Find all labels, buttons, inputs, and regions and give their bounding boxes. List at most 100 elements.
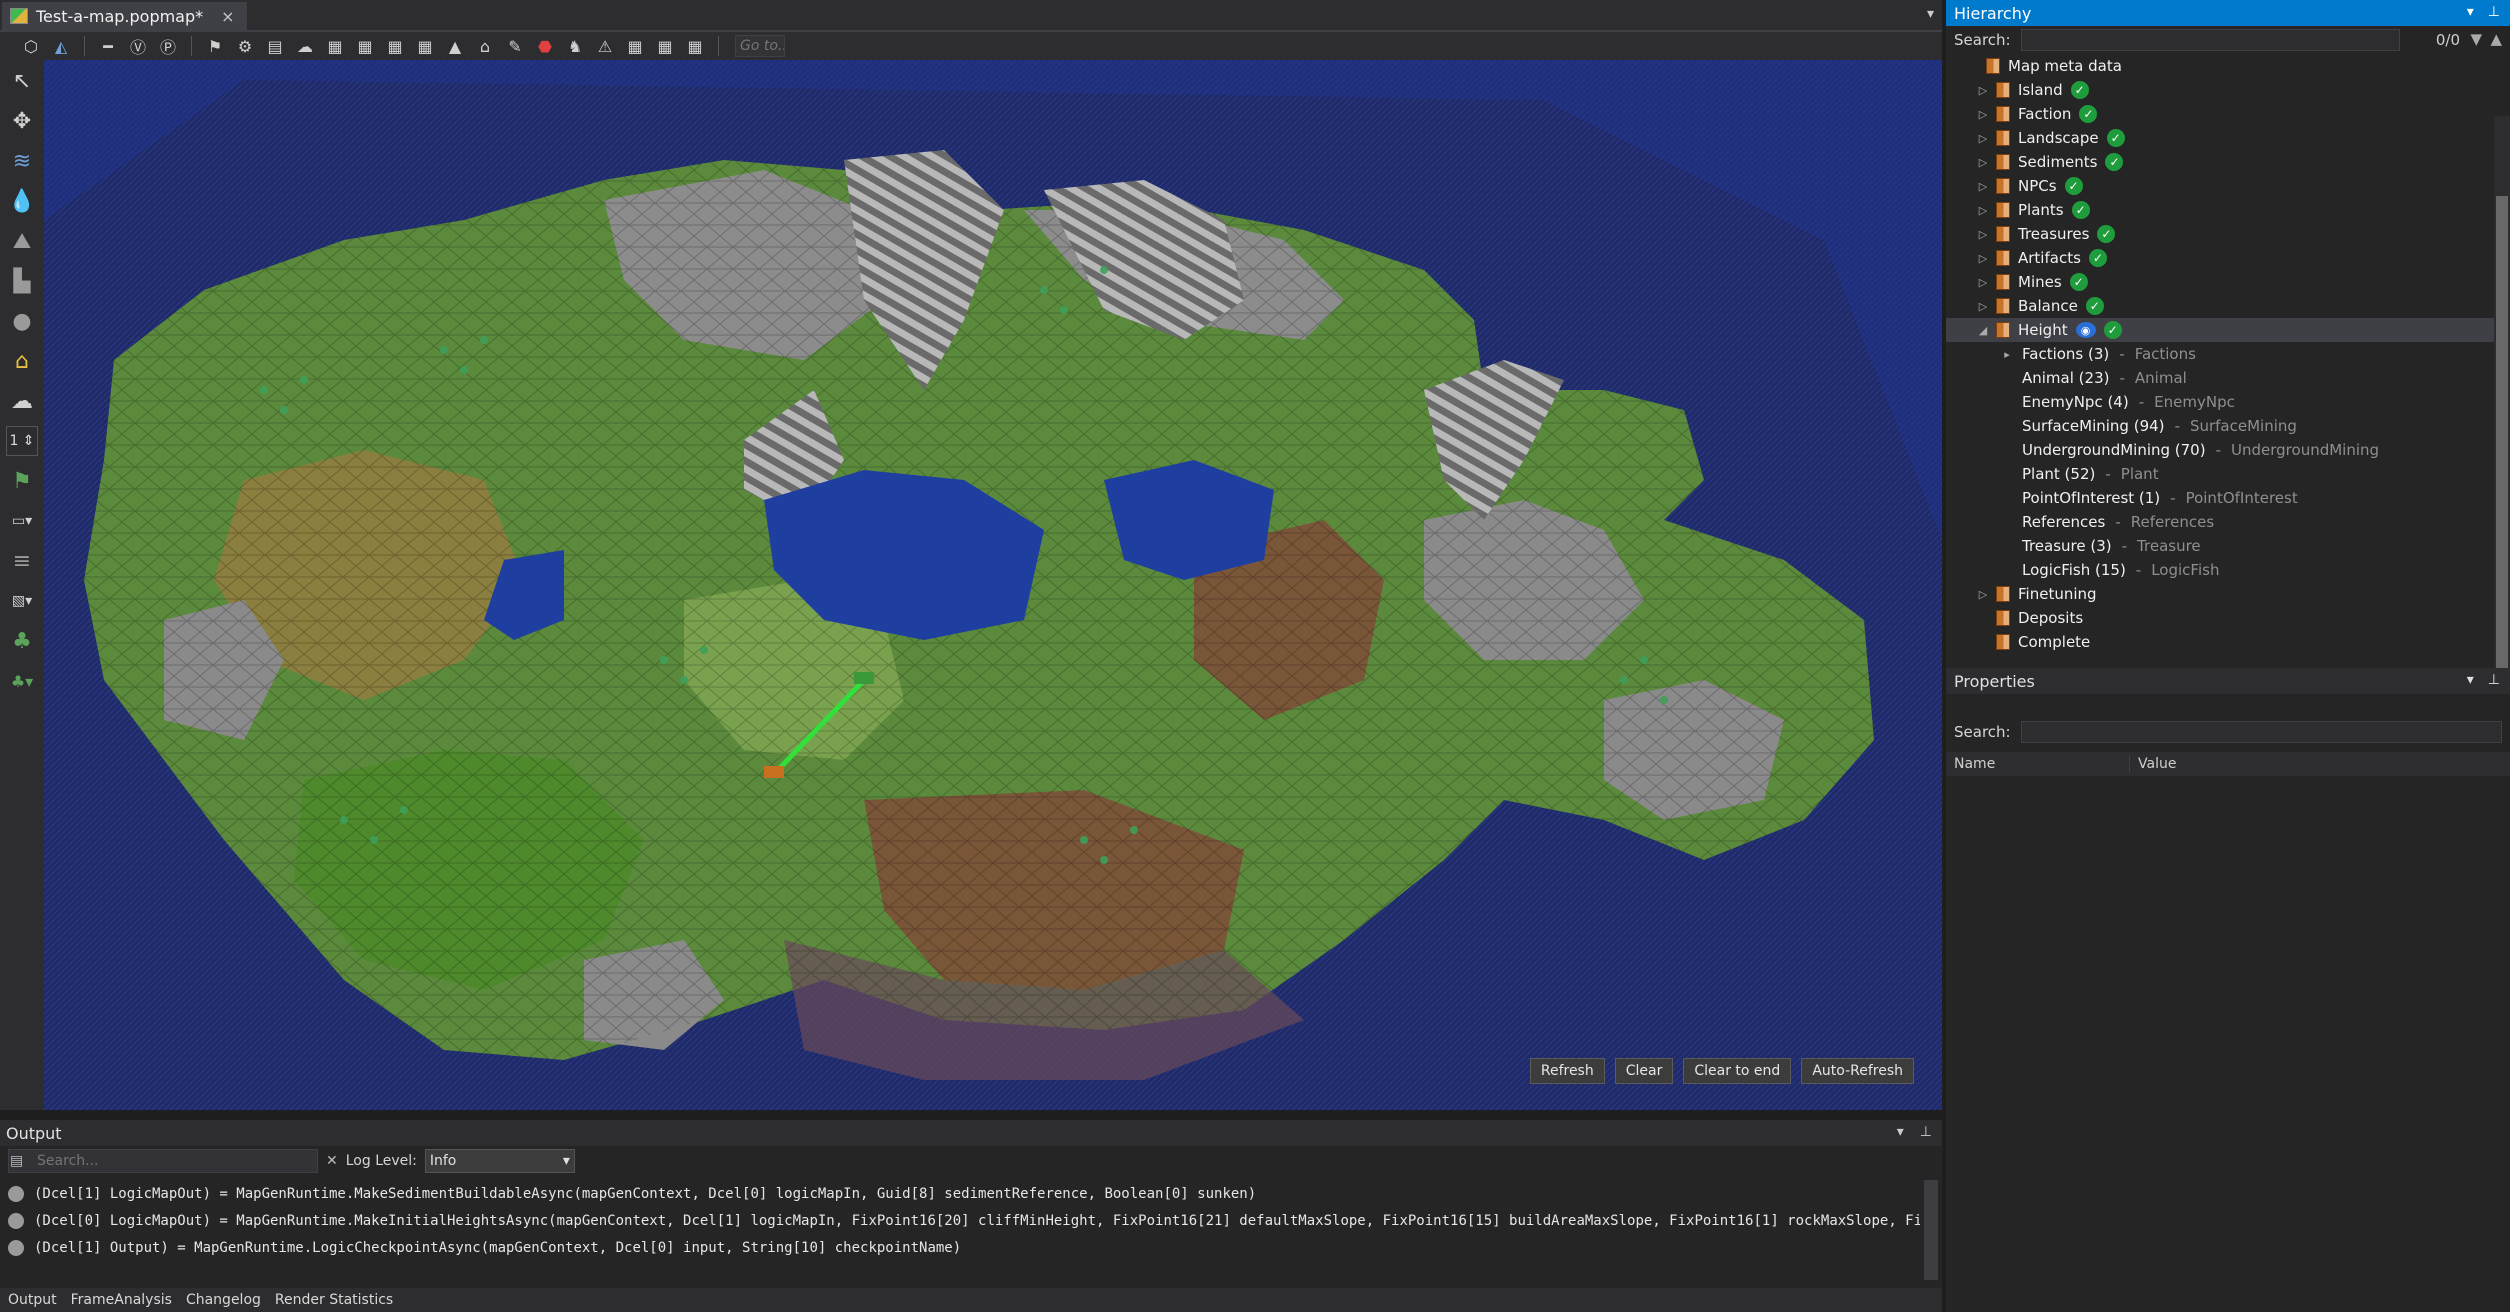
output-scrollbar[interactable]: [1924, 1180, 1938, 1280]
goto-input[interactable]: [735, 35, 785, 57]
warning-icon[interactable]: ⚠: [592, 34, 618, 58]
tree-item-balance[interactable]: ▷ Balance ✓: [1946, 294, 2510, 318]
tree-item-plants[interactable]: ▷ Plants ✓: [1946, 198, 2510, 222]
chevron-right-icon[interactable]: ▷: [1976, 108, 1990, 121]
grid-icon[interactable]: ▦: [652, 34, 678, 58]
tree-child-item[interactable]: EnemyNpc (4) - EnemyNpc: [1946, 390, 2510, 414]
refresh-button[interactable]: Refresh: [1529, 1058, 1605, 1084]
tree-child-item[interactable]: UndergroundMining (70) - UndergroundMining: [1946, 438, 2510, 462]
chevron-right-icon[interactable]: ▷: [1976, 252, 1990, 265]
cube-icon[interactable]: ⬡: [18, 34, 44, 58]
mountain-icon[interactable]: ⛰: [5, 226, 39, 256]
tree-item-mines[interactable]: ▷ Mines ✓: [1946, 270, 2510, 294]
building-icon[interactable]: ⌂: [472, 34, 498, 58]
chevron-right-icon[interactable]: ▷: [1976, 132, 1990, 145]
grid-icon[interactable]: ▦: [622, 34, 648, 58]
pin-icon[interactable]: ⊥: [2488, 672, 2500, 688]
grid-icon[interactable]: ▦: [682, 34, 708, 58]
tree-child-item[interactable]: Animal (23) - Animal: [1946, 366, 2510, 390]
log-level-select[interactable]: Info ▾: [424, 1149, 575, 1173]
flag-icon[interactable]: ⚑: [5, 466, 39, 496]
properties-search-input[interactable]: [2020, 721, 2502, 743]
chevron-right-icon[interactable]: ▷: [1976, 228, 1990, 241]
stop-icon[interactable]: ⬣: [532, 34, 558, 58]
tab-render-statistics[interactable]: Render Statistics: [275, 1292, 393, 1308]
tab-dropdown-icon[interactable]: ▾: [1927, 6, 1934, 22]
plant-dropdown-icon[interactable]: ♣▾: [5, 666, 39, 696]
tree-scrollbar[interactable]: [2494, 116, 2510, 736]
pin-icon[interactable]: ⊥: [1920, 1124, 1932, 1140]
close-icon[interactable]: ×: [221, 7, 234, 26]
log-line[interactable]: (Dcel[1] LogicMapOut) = MapGenRuntime.Ma…: [0, 1180, 1920, 1207]
arrow-up-icon[interactable]: ▲: [2490, 30, 2502, 48]
clear-filter-icon[interactable]: ✕: [326, 1153, 338, 1169]
tab-frame-analysis[interactable]: FrameAnalysis: [71, 1292, 172, 1308]
select-arrow-icon[interactable]: ↖: [5, 66, 39, 96]
chevron-right-icon[interactable]: ▷: [1976, 156, 1990, 169]
tree-item-artifacts[interactable]: ▷ Artifacts ✓: [1946, 246, 2510, 270]
line-icon[interactable]: ━: [95, 34, 121, 58]
tree-child-item[interactable]: ▸ Factions (3) - Factions: [1946, 342, 2510, 366]
clear-button[interactable]: Clear: [1614, 1058, 1674, 1084]
texture-dropdown-icon[interactable]: ▧▾: [5, 586, 39, 616]
chevron-right-icon[interactable]: ▷: [1976, 180, 1990, 193]
chevron-down-icon[interactable]: ◢: [1976, 324, 1990, 337]
strata-icon[interactable]: ≡: [5, 546, 39, 576]
tab-output[interactable]: Output: [8, 1292, 57, 1308]
v-circle-icon[interactable]: Ⓥ: [125, 34, 151, 58]
cloud-icon[interactable]: ☁: [5, 386, 39, 416]
gear-icon[interactable]: ⚙: [232, 34, 258, 58]
pin-icon[interactable]: ⊥: [2488, 4, 2500, 20]
mountain-icon[interactable]: ▲: [442, 34, 468, 58]
output-search-input[interactable]: [8, 1149, 318, 1173]
clear-to-end-button[interactable]: Clear to end: [1683, 1058, 1792, 1084]
tree-item-sediments[interactable]: ▷ Sediments ✓: [1946, 150, 2510, 174]
cloud-icon[interactable]: ☁: [292, 34, 318, 58]
eye-icon[interactable]: ◉: [2075, 322, 2096, 338]
terrain-icon[interactable]: ◭: [48, 34, 74, 58]
chevron-right-icon[interactable]: ▷: [1976, 588, 1990, 601]
grid-icon[interactable]: ▦: [322, 34, 348, 58]
tree-child-item[interactable]: Plant (52) - Plant: [1946, 462, 2510, 486]
log-line[interactable]: (Dcel[0] LogicMapOut) = MapGenRuntime.Ma…: [0, 1207, 1920, 1234]
chevron-right-icon[interactable]: ▷: [1976, 84, 1990, 97]
edit-icon[interactable]: ✎: [502, 34, 528, 58]
brush-size-spinner[interactable]: 1 ⇕: [6, 426, 38, 456]
tree-item-deposits[interactable]: Deposits: [1946, 606, 2510, 630]
rabbit-icon[interactable]: ♞: [562, 34, 588, 58]
wave-icon[interactable]: ≋: [5, 146, 39, 176]
tree-child-item[interactable]: References - References: [1946, 510, 2510, 534]
chevron-down-icon[interactable]: ▾: [2467, 4, 2474, 20]
chevron-right-icon[interactable]: ▷: [1976, 300, 1990, 313]
dropdown-icon[interactable]: ▭▾: [5, 506, 39, 536]
chevron-down-icon[interactable]: ▾: [2467, 672, 2474, 688]
rock-icon[interactable]: ●: [5, 306, 39, 336]
flag-icon[interactable]: ⚑: [202, 34, 228, 58]
tree-scroll-thumb[interactable]: [2496, 196, 2508, 736]
tree-child-item[interactable]: PointOfInterest (1) - PointOfInterest: [1946, 486, 2510, 510]
map-viewport[interactable]: Refresh Clear Clear to end Auto-Refresh: [44, 60, 1942, 1110]
p-circle-icon[interactable]: Ⓟ: [155, 34, 181, 58]
chevron-right-icon[interactable]: ▷: [1976, 276, 1990, 289]
grid-icon[interactable]: ▦: [352, 34, 378, 58]
tree-item-faction[interactable]: ▷ Faction ✓: [1946, 102, 2510, 126]
tree-item-landscape[interactable]: ▷ Landscape ✓: [1946, 126, 2510, 150]
cliff-icon[interactable]: ▙: [5, 266, 39, 296]
move-icon[interactable]: ✥: [5, 106, 39, 136]
grid-icon[interactable]: ▦: [412, 34, 438, 58]
tree-root[interactable]: Map meta data: [1946, 54, 2510, 78]
tree-item-treasures[interactable]: ▷ Treasures ✓: [1946, 222, 2510, 246]
tree-icon[interactable]: ♣: [5, 626, 39, 656]
chevron-right-icon[interactable]: ▷: [1976, 204, 1990, 217]
tab-changelog[interactable]: Changelog: [186, 1292, 261, 1308]
tree-item-npcs[interactable]: ▷ NPCs ✓: [1946, 174, 2510, 198]
layer-icon[interactable]: ▤: [262, 34, 288, 58]
auto-refresh-button[interactable]: Auto-Refresh: [1801, 1058, 1914, 1084]
tree-item-finetuning[interactable]: ▷ Finetuning: [1946, 582, 2510, 606]
house-icon[interactable]: ⌂: [5, 346, 39, 376]
tree-item-island[interactable]: ▷ Island ✓: [1946, 78, 2510, 102]
arrow-down-icon[interactable]: ▼: [2470, 30, 2482, 48]
tree-item-complete[interactable]: Complete: [1946, 630, 2510, 654]
tree-item-height[interactable]: ◢ Height ◉ ✓: [1946, 318, 2510, 342]
tree-child-item[interactable]: Treasure (3) - Treasure: [1946, 534, 2510, 558]
